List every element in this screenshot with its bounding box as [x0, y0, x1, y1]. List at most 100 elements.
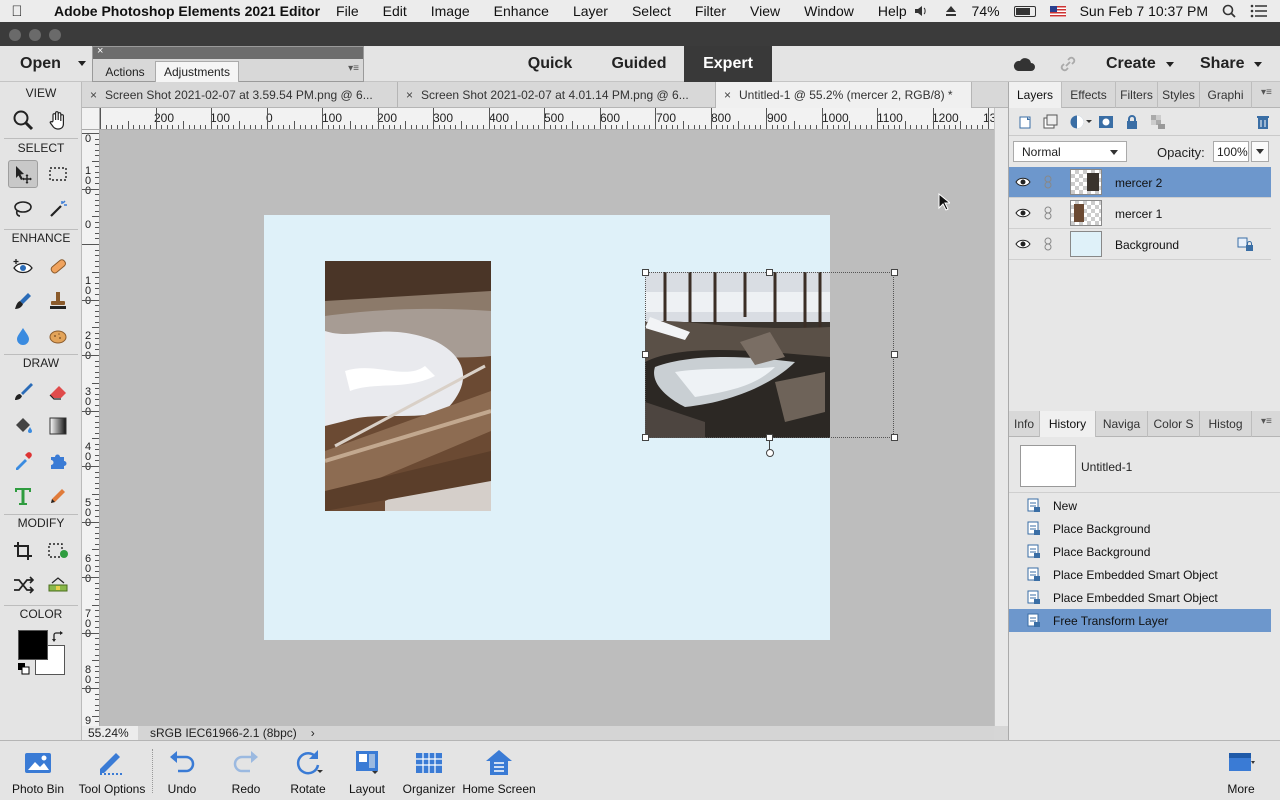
tab-close-icon[interactable]: × — [724, 88, 731, 102]
brush-tool[interactable] — [8, 377, 38, 405]
layer-name[interactable]: Background — [1115, 238, 1179, 252]
tool-options-button[interactable]: Tool Options — [72, 741, 152, 800]
mode-tab-expert[interactable]: Expert — [684, 46, 772, 82]
floating-panel-menu-icon[interactable]: ▾≡ — [348, 63, 359, 74]
transform-handle-top-right[interactable] — [891, 269, 898, 276]
window-minimize-button[interactable] — [29, 29, 41, 41]
menu-view[interactable]: View — [750, 3, 780, 19]
menu-file[interactable]: File — [336, 3, 359, 19]
panel-tab-history[interactable]: History — [1040, 411, 1096, 437]
battery-icon[interactable] — [1013, 5, 1036, 17]
transform-handle-bottom-left[interactable] — [642, 434, 649, 441]
cloud-icon[interactable] — [1012, 55, 1036, 73]
layer-name[interactable]: mercer 2 — [1115, 176, 1162, 190]
layer-row-mercer-2[interactable]: mercer 2 — [1009, 167, 1271, 198]
delete-layer-icon[interactable] — [1255, 114, 1271, 130]
foreground-color-swatch[interactable] — [18, 630, 48, 660]
organizer-button[interactable]: Organizer — [398, 741, 460, 800]
volume-icon[interactable] — [914, 4, 930, 18]
layer-row-mercer-1[interactable]: mercer 1 — [1009, 198, 1271, 229]
layer-name[interactable]: mercer 1 — [1115, 207, 1162, 221]
menu-enhance[interactable]: Enhance — [494, 3, 549, 19]
mode-tab-quick[interactable]: Quick — [514, 46, 586, 82]
history-snapshot[interactable]: Untitled-1 — [1009, 437, 1280, 493]
panel-tab-layers[interactable]: Layers — [1009, 82, 1062, 108]
panel-menu-icon[interactable] — [1261, 87, 1277, 99]
rotation-handle[interactable] — [766, 449, 774, 457]
image-workspace[interactable] — [100, 130, 994, 726]
ruler-origin[interactable] — [82, 108, 100, 130]
clone-stamp-tool[interactable] — [43, 287, 73, 315]
locked-layer-icon[interactable] — [1237, 237, 1255, 253]
menu-filter[interactable]: Filter — [695, 3, 726, 19]
history-step[interactable]: Place Embedded Smart Object — [1009, 586, 1271, 609]
opacity-input[interactable]: 100% — [1213, 141, 1249, 162]
panel-tab-histogram[interactable]: Histog — [1200, 411, 1252, 437]
open-button[interactable]: Open — [0, 46, 92, 82]
blend-mode-select[interactable]: Normal — [1013, 141, 1127, 162]
lock-transparent-pixels-icon[interactable] — [1150, 114, 1166, 130]
history-step[interactable]: Place Background — [1009, 517, 1271, 540]
menu-image[interactable]: Image — [431, 3, 470, 19]
us-flag-icon[interactable] — [1049, 5, 1066, 17]
layer-link-icon[interactable] — [1043, 206, 1053, 220]
spotlight-search-icon[interactable] — [1222, 4, 1236, 18]
swap-colors-icon[interactable] — [51, 630, 65, 644]
menu-help[interactable]: Help — [878, 3, 907, 19]
transform-handle-right[interactable] — [891, 351, 898, 358]
visibility-eye-icon[interactable] — [1015, 206, 1031, 220]
blur-tool[interactable] — [8, 322, 38, 350]
notification-center-icon[interactable] — [1250, 4, 1268, 18]
panel-tab-effects[interactable]: Effects — [1062, 82, 1116, 108]
quick-selection-tool[interactable] — [43, 195, 73, 223]
history-step[interactable]: Place Embedded Smart Object — [1009, 563, 1271, 586]
menubar-clock[interactable]: Sun Feb 7 10:37 PM — [1080, 3, 1208, 19]
opacity-slider-toggle[interactable] — [1251, 141, 1269, 162]
rectangular-marquee-tool[interactable] — [43, 160, 73, 188]
create-button[interactable]: Create — [1106, 46, 1174, 82]
history-step[interactable]: New — [1009, 494, 1271, 517]
status-menu-arrow-icon[interactable]: › — [311, 726, 315, 740]
panel-tab-color-swatches[interactable]: Color S — [1148, 411, 1200, 437]
smart-brush-tool[interactable] — [8, 287, 38, 315]
content-aware-move-tool[interactable] — [8, 571, 38, 599]
eraser-tool[interactable] — [43, 377, 73, 405]
custom-shape-tool[interactable] — [43, 447, 73, 475]
zoom-level-field[interactable]: 55.24% — [82, 726, 138, 740]
floating-panel-titlebar[interactable]: × — [93, 45, 363, 59]
app-name-menu[interactable]: Adobe Photoshop Elements 2021 Editor — [54, 3, 320, 19]
adjustment-layer-icon[interactable] — [1069, 114, 1093, 130]
floating-panel-close-icon[interactable]: × — [97, 45, 103, 57]
tab-close-icon[interactable]: × — [90, 88, 97, 102]
layer-row-background[interactable]: Background — [1009, 229, 1271, 260]
history-step[interactable]: Free Transform Layer — [1009, 609, 1271, 632]
window-close-button[interactable] — [9, 29, 21, 41]
tab-close-icon[interactable]: × — [406, 88, 413, 102]
spot-healing-brush-tool[interactable] — [43, 252, 73, 280]
menu-layer[interactable]: Layer — [573, 3, 608, 19]
straighten-tool[interactable] — [43, 571, 73, 599]
redo-button[interactable]: Redo — [222, 741, 270, 800]
menu-select[interactable]: Select — [632, 3, 671, 19]
eject-icon[interactable] — [944, 4, 958, 18]
transform-handle-top[interactable] — [766, 269, 773, 276]
photo-mercer-1[interactable] — [325, 261, 491, 511]
lock-all-icon[interactable] — [1124, 114, 1140, 130]
panel-tab-styles[interactable]: Styles — [1158, 82, 1200, 108]
window-zoom-button[interactable] — [49, 29, 61, 41]
panel-tab-graphics[interactable]: Graphi — [1200, 82, 1252, 108]
new-group-icon[interactable] — [1043, 114, 1059, 130]
lasso-tool[interactable] — [8, 195, 38, 223]
share-button[interactable]: Share — [1200, 46, 1263, 82]
photo-bin-button[interactable]: Photo Bin — [8, 741, 68, 800]
transform-handle-left[interactable] — [642, 351, 649, 358]
document-tab-active[interactable]: × Untitled-1 @ 55.2% (mercer 2, RGB/8) * — [716, 82, 972, 108]
transform-handle-bottom-right[interactable] — [891, 434, 898, 441]
hand-tool[interactable] — [43, 106, 73, 134]
document-tab[interactable]: × Screen Shot 2021-02-07 at 3.59.54 PM.pn… — [82, 82, 398, 108]
transform-handle-top-left[interactable] — [642, 269, 649, 276]
crop-tool[interactable] — [8, 537, 38, 565]
panel-tab-filters[interactable]: Filters — [1116, 82, 1158, 108]
recompose-tool[interactable] — [43, 537, 73, 565]
link-share-icon[interactable] — [1058, 54, 1078, 74]
